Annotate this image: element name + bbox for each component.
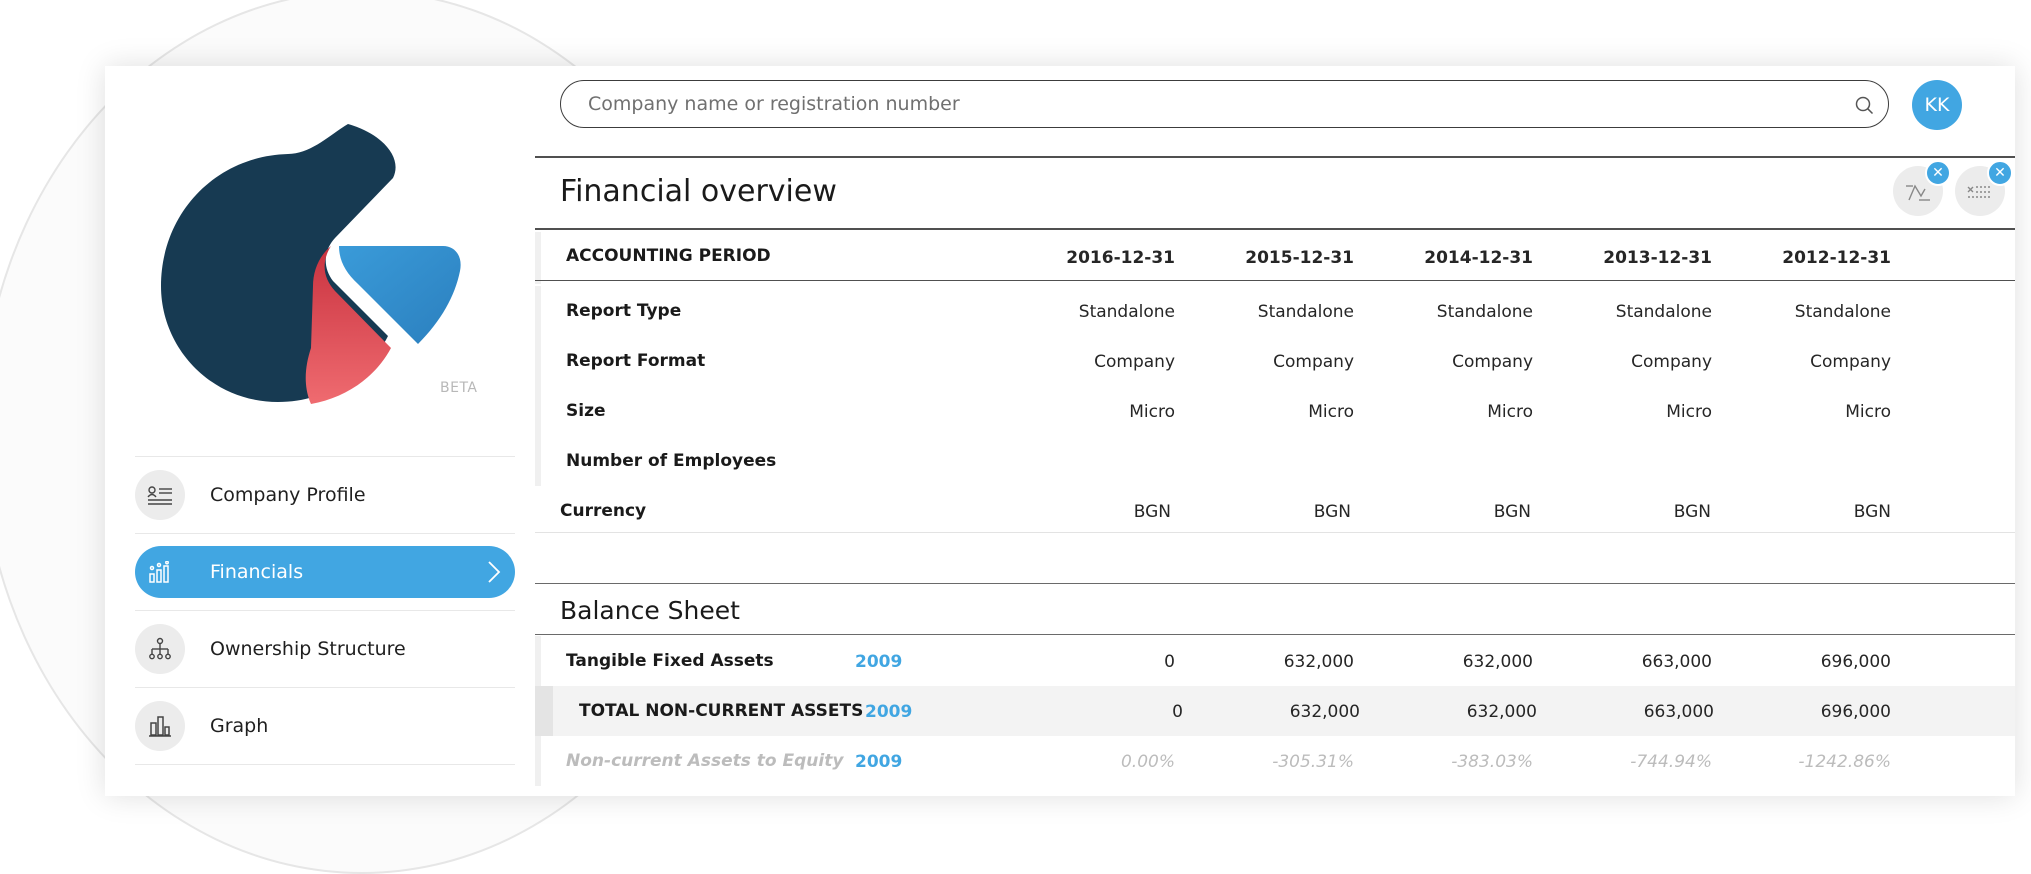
section-title: Balance Sheet [560,596,740,625]
chart-filter-icon [1906,184,1930,201]
table-row: Report Format Company Company Company Co… [535,336,2015,386]
list-filter-button[interactable]: ✕ [1955,160,2013,216]
beta-label: BETA [440,380,478,396]
page-title: Financial overview [560,174,837,209]
table-row: Currency BGN BGN BGN BGN BGN [560,501,1891,522]
chevron-right-icon [488,561,501,583]
column-header: 2013-12-31 [1603,248,1712,268]
table-row: Report Type Standalone Standalone Standa… [535,286,2015,336]
bar-chart-icon [135,547,185,597]
sidebar-item-label: Financials [210,561,304,583]
profile-card-icon [135,470,185,520]
year-link[interactable]: 2009 [855,752,902,772]
sidebar-item-label: Ownership Structure [210,638,406,660]
year-link[interactable]: 2009 [855,652,902,672]
table-row-total: TOTAL NON-CURRENT ASSETS 2009 0 632,000 … [535,686,2015,736]
sidebar-item-label: Graph [210,715,269,737]
list-filter-icon [1967,186,1992,198]
sidebar-item-financials[interactable]: Financials [135,534,515,610]
sidebar-item-company-profile[interactable]: Company Profile [135,457,515,533]
search-icon[interactable] [1854,95,1874,115]
search-bar [560,80,1889,128]
sidebar-item-label: Company Profile [210,484,366,506]
period-label: ACCOUNTING PERIOD [566,246,771,266]
user-avatar[interactable]: KK [1912,80,1962,130]
column-header: 2014-12-31 [1424,248,1533,268]
table-row: Number of Employees [535,436,2015,486]
table-row: Non-current Assets to Equity 2009 0.00% … [535,736,2015,786]
column-header: 2016-12-31 [1066,248,1175,268]
chart-filter-button[interactable]: ✕ [1893,160,1951,216]
table-header-row: ACCOUNTING PERIOD 2016-12-31 2015-12-31 … [535,232,2015,284]
sidebar-item-graph[interactable]: Graph [135,688,515,764]
search-input[interactable] [586,92,1790,116]
year-link[interactable]: 2009 [865,702,912,722]
graph-icon [135,701,185,751]
sidebar-item-ownership-structure[interactable]: Ownership Structure [135,611,515,687]
close-icon[interactable]: ✕ [1925,160,1951,186]
sidebar-nav: Company Profile Financials Ownership Str… [135,456,515,765]
column-header: 2012-12-31 [1782,248,1891,268]
brand-logo [161,124,461,404]
table-row: Size Micro Micro Micro Micro Micro [535,386,2015,436]
hierarchy-icon [135,624,185,674]
close-icon[interactable]: ✕ [1987,160,2013,186]
column-header: 2015-12-31 [1245,248,1354,268]
app-card: BETA Company Profile Financials Ownershi… [105,66,2015,796]
table-row: Tangible Fixed Assets 2009 0 632,000 632… [535,636,2015,686]
